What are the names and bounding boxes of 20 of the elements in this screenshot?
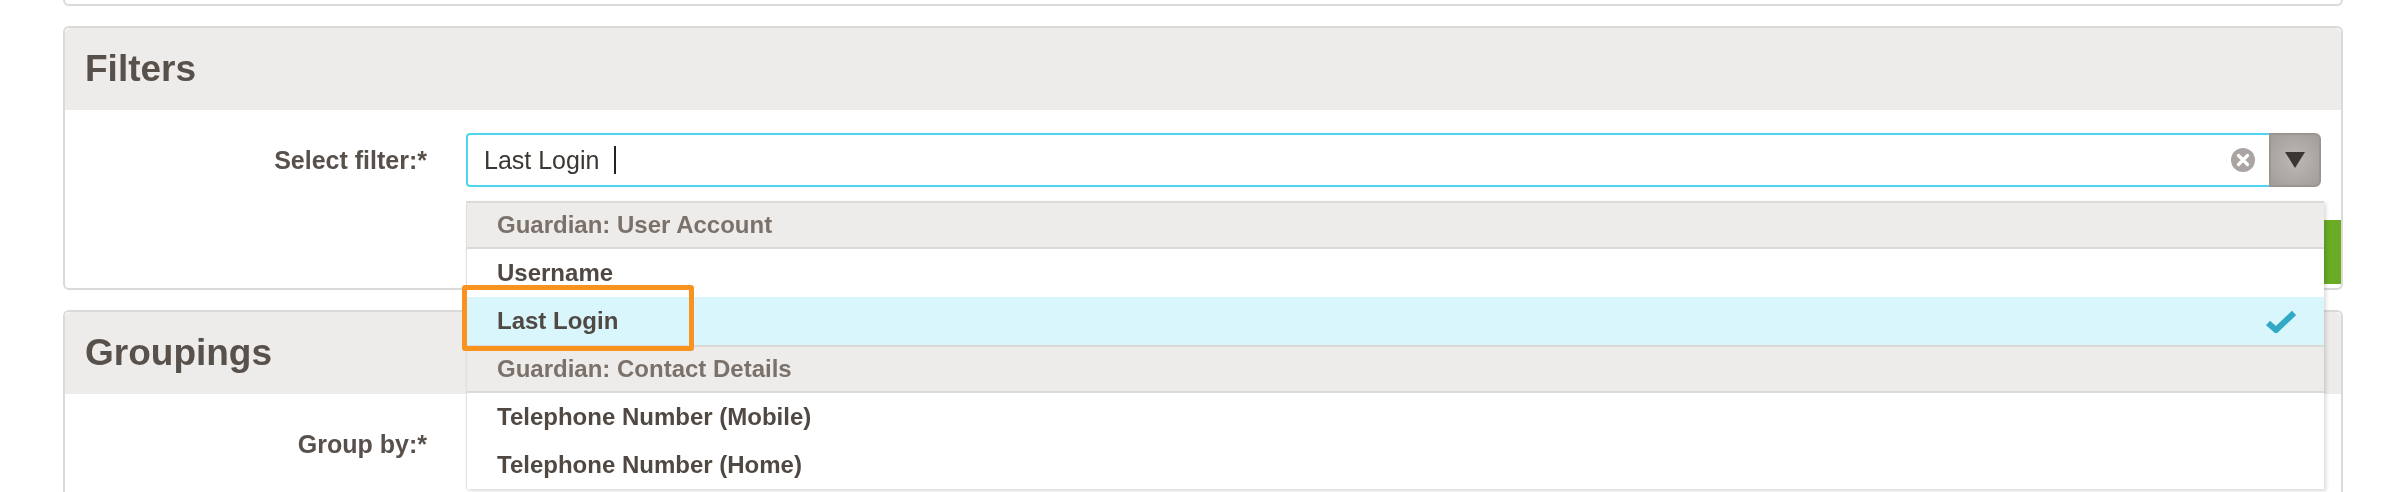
- option-label: Telephone Number (Mobile): [497, 403, 812, 431]
- field-label: Group by:*: [296, 429, 427, 460]
- dropdown-option[interactable]: Telephone Number (Home): [467, 441, 2324, 489]
- option-label: Telephone Number (Home): [497, 451, 802, 479]
- panel-title: Filters: [85, 48, 197, 90]
- checkmark-icon: [2266, 309, 2296, 333]
- group-header: Guardian: User Account: [467, 201, 2324, 249]
- dropdown-option[interactable]: Telephone Number (Mobile): [467, 393, 2324, 441]
- option-label: Last Login: [497, 307, 619, 335]
- dropdown-button[interactable]: [2269, 133, 2321, 187]
- panel-title: Groupings: [85, 332, 273, 374]
- group-header: Guardian: Contact Details: [467, 345, 2324, 393]
- option-label: Username: [497, 259, 614, 287]
- dropdown-option[interactable]: Username: [467, 249, 2324, 297]
- caret-down-icon: [2284, 151, 2306, 169]
- clear-icon[interactable]: [2230, 147, 2256, 173]
- field-label: Select filter:*: [273, 145, 427, 176]
- filter-field[interactable]: Last Login: [466, 133, 2269, 187]
- text-cursor: [614, 146, 616, 174]
- dropdown-option[interactable]: Last Login: [467, 297, 2324, 345]
